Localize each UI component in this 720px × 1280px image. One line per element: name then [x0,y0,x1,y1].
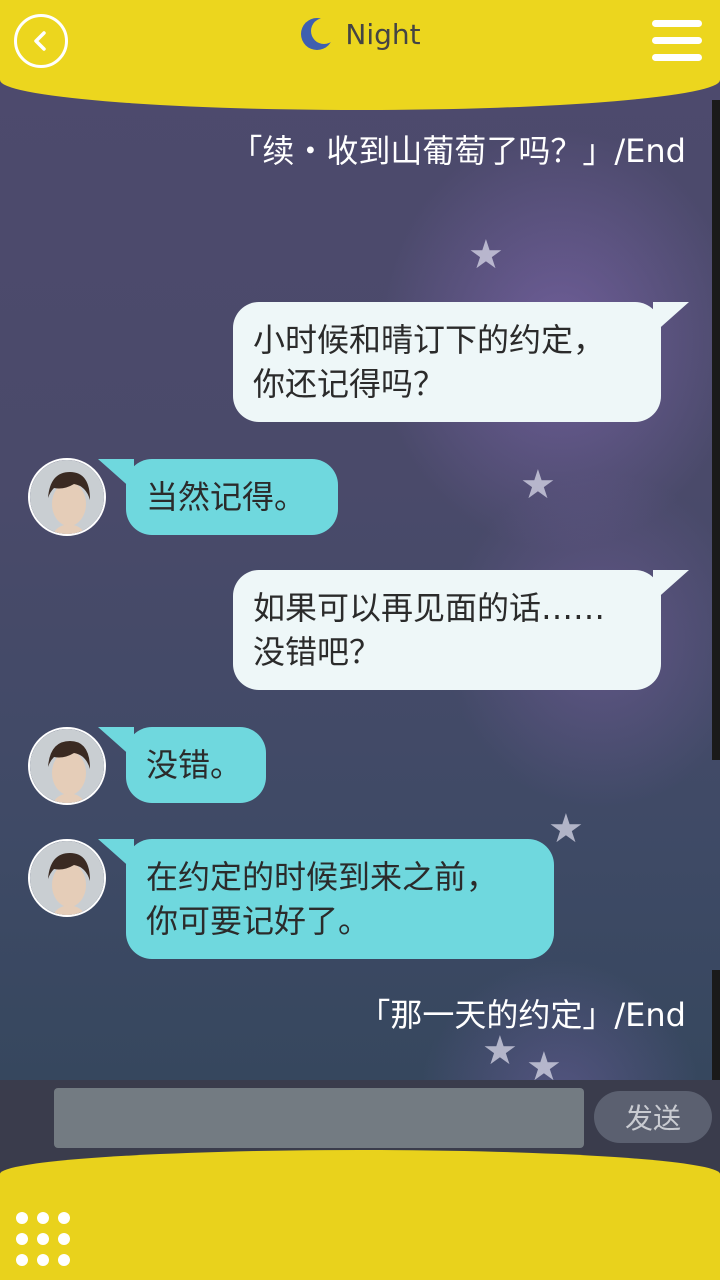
message-line: 没错吧？ [253,633,382,671]
bottom-bar [0,1150,720,1280]
message-line: 小时候和晴订下的约定， [253,321,606,359]
star-decoration: ★ [548,806,584,852]
message-line: 没错。 [146,746,243,784]
hamburger-menu-icon [652,20,702,27]
message-line: 在约定的时候到来之前， [146,858,499,896]
message-bubble-received: 当然记得。 [98,459,338,535]
top-bar: Night [0,0,720,110]
avatar [28,839,106,917]
scroll-edge [712,100,720,760]
hamburger-menu-icon [652,54,702,61]
scroll-edge-lower [712,970,720,1080]
star-decoration: ★ [468,232,504,278]
hamburger-menu-icon [652,37,702,44]
avatar [28,727,106,805]
title-area: Night [0,16,720,52]
avatar [28,458,106,536]
message-bubble-received: 在约定的时候到来之前， 你可要记好了。 [98,839,554,959]
message-input[interactable] [54,1088,584,1148]
message-bubble-received: 没错。 [98,727,266,803]
episode-end-label: 「续・收到山葡萄了吗？」/End [230,132,686,170]
message-line: 如果可以再见面的话…… [253,589,606,627]
message-line: 你还记得吗？ [253,365,446,403]
episode-end-label: 「那一天的约定」/End [358,996,686,1034]
menu-button[interactable] [652,20,702,66]
message-bubble-sent: 如果可以再见面的话…… 没错吧？ [233,570,689,690]
message-line: 当然记得。 [146,478,307,516]
page-title: Night [345,17,421,51]
star-decoration: ★ [520,462,556,508]
message-bubble-sent: 小时候和晴订下的约定， 你还记得吗？ [233,302,689,422]
message-line: 你可要记好了。 [146,902,371,940]
grid-dots-icon[interactable] [16,1212,72,1268]
send-button[interactable]: 发送 [594,1091,712,1143]
crescent-moon-icon [301,18,336,50]
